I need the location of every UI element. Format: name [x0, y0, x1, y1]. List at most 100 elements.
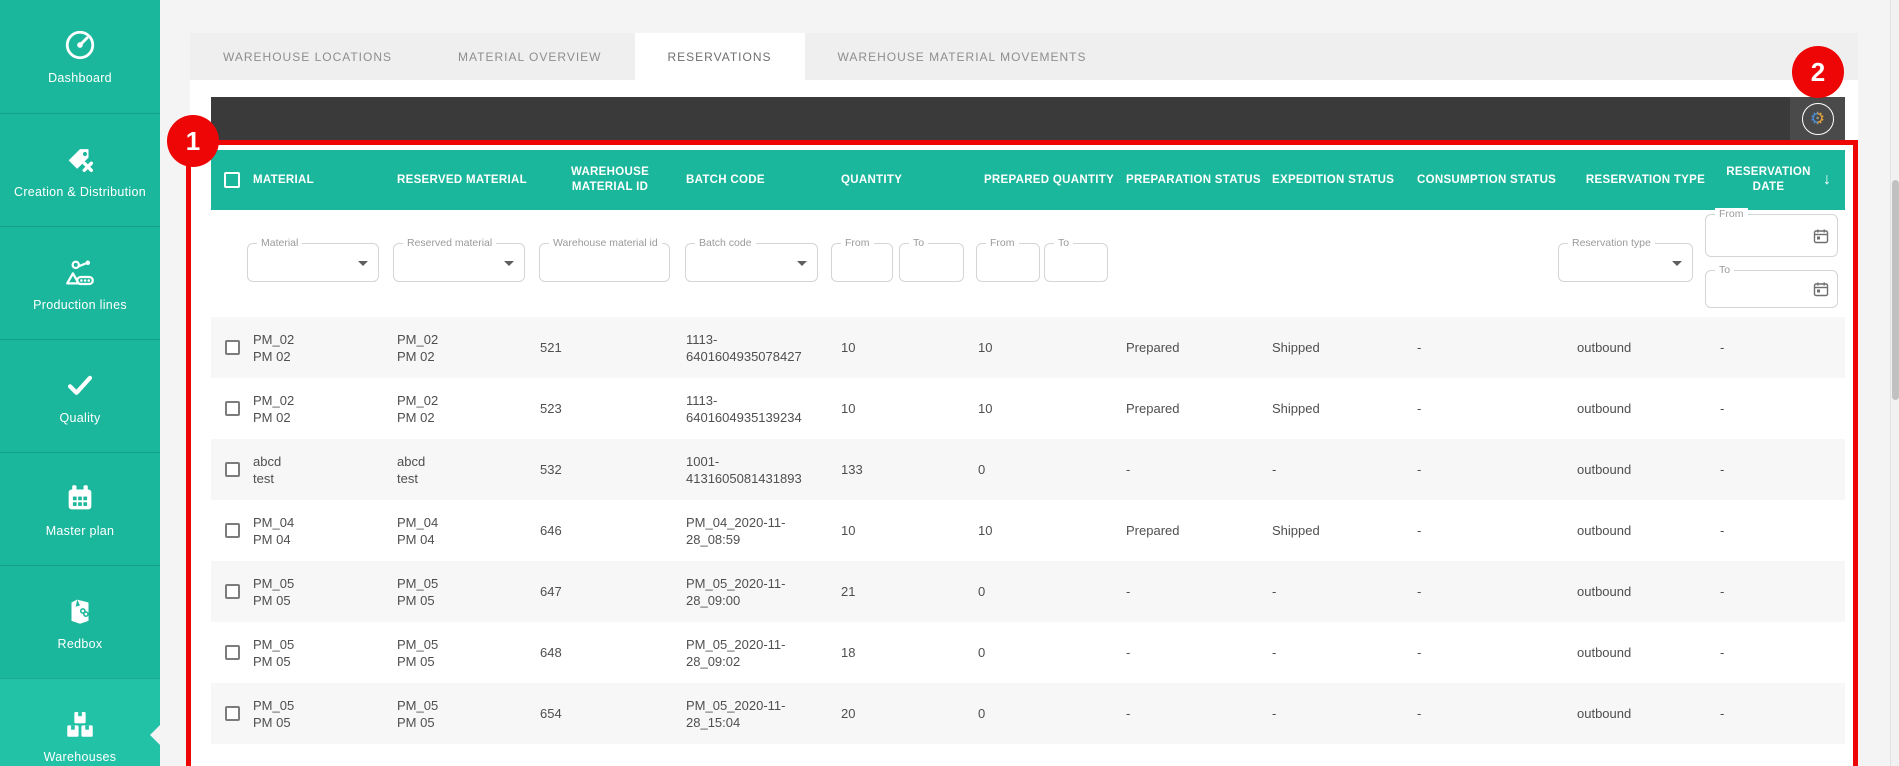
filter-label: To: [909, 237, 929, 249]
row-checkbox[interactable]: [224, 706, 240, 721]
sidebar-item-label: Quality: [59, 410, 101, 425]
table-cell: 10: [978, 523, 993, 538]
column-header[interactable]: RESERVED MATERIAL: [397, 173, 540, 188]
filter-reserved-material[interactable]: Reserved material: [393, 237, 525, 282]
scrollbar-thumb[interactable]: [1892, 180, 1899, 400]
sidebar-item-dashboard[interactable]: Dashboard: [0, 0, 160, 113]
filter-prepared-to[interactable]: To: [1044, 237, 1108, 282]
filter-warehouse-material-id[interactable]: Warehouse material id: [539, 237, 670, 282]
sidebar-item-quality[interactable]: Quality: [0, 339, 160, 452]
table-cell: PM_05 PM 05: [397, 636, 439, 669]
chevron-down-icon: [504, 260, 514, 266]
table-cell: 0: [978, 462, 986, 477]
table-cell: Shipped: [1272, 401, 1320, 416]
column-header[interactable]: RESERVATION TYPE: [1577, 173, 1720, 188]
prepared-to-input[interactable]: [1045, 244, 1107, 281]
table-cell: -: [1720, 401, 1725, 416]
table-cell: outbound: [1577, 706, 1632, 721]
filter-label: Reserved material: [403, 237, 497, 249]
table-row[interactable]: PM_02 PM 02 PM_02 PM 02 521 1113- 640160493507…: [211, 317, 1845, 378]
table-cell: PM_05 PM 05: [253, 575, 295, 608]
select-all-checkbox[interactable]: [224, 172, 240, 188]
filter-prepared-from[interactable]: From: [976, 237, 1040, 282]
table-row[interactable]: Aditivum 1Aditivum 1666Aditivum 1_2020-1…: [211, 744, 1845, 766]
row-checkbox[interactable]: [224, 645, 240, 660]
table-cell: 10: [841, 401, 856, 416]
tab-warehouse-material-movements[interactable]: WAREHOUSE MATERIAL MOVEMENTS: [805, 33, 1120, 80]
table-cell: PM_05_2020-11- 28_09:02: [686, 636, 786, 669]
table-cell: 21: [841, 584, 856, 599]
sidebar-item-label: Redbox: [57, 636, 103, 651]
table-cell: Shipped: [1272, 340, 1320, 355]
table-row[interactable]: PM_05 PM 05 PM_05 PM 05 648 PM_05_2020-11- 28_…: [211, 622, 1845, 683]
row-checkbox[interactable]: [224, 401, 240, 416]
table-cell: -: [1126, 462, 1131, 477]
sidebar-item-master-plan[interactable]: Master plan: [0, 452, 160, 565]
content-card: ⚙ MATERIAL RESERVED MATERIAL WAREHOUSE MAT…: [190, 80, 1858, 766]
column-header[interactable]: WAREHOUSE MATERIAL ID: [540, 165, 686, 195]
table-cell: 0: [978, 584, 986, 599]
sort-arrow-icon[interactable]: ↓: [1823, 171, 1845, 189]
quantity-to-input[interactable]: [900, 244, 963, 281]
column-header[interactable]: PREPARED QUANTITY: [978, 173, 1126, 188]
warehouse-material-id-input[interactable]: [540, 244, 669, 281]
row-checkbox[interactable]: [224, 462, 240, 477]
table-cell: -: [1417, 706, 1422, 721]
table-header: MATERIAL RESERVED MATERIAL WAREHOUSE MATER…: [211, 150, 1845, 210]
table-cell: 20: [841, 706, 856, 721]
sidebar-item-warehouses[interactable]: Warehouses: [0, 678, 160, 766]
table-cell: PM_05 PM 05: [397, 697, 439, 730]
tab-material-overview[interactable]: MATERIAL OVERVIEW: [425, 33, 634, 80]
table-cell: -: [1272, 706, 1277, 721]
page-scrollbar[interactable]: [1890, 0, 1899, 766]
filter-date-to[interactable]: To: [1705, 264, 1838, 308]
filter-material[interactable]: Material: [247, 237, 379, 282]
table-row[interactable]: PM_04 PM 04 PM_04 PM 04 646 PM_04_2020-11- 28_…: [211, 500, 1845, 561]
table-row[interactable]: PM_05 PM 05 PM_05 PM 05 647 PM_05_2020-11- 28_…: [211, 561, 1845, 622]
filter-quantity-to[interactable]: To: [899, 237, 964, 282]
sidebar-item-creation-distribution[interactable]: Creation & Distribution: [0, 113, 160, 226]
column-header[interactable]: QUANTITY: [841, 173, 978, 188]
prepared-from-input[interactable]: [977, 244, 1039, 281]
column-header[interactable]: PREPARATION STATUS: [1126, 173, 1272, 188]
row-checkbox[interactable]: [224, 340, 240, 355]
table-row[interactable]: abcd test abcd test 532 1001- 4131605081431893…: [211, 439, 1845, 500]
tab-warehouse-locations[interactable]: WAREHOUSE LOCATIONS: [190, 33, 425, 80]
settings-button[interactable]: ⚙: [1790, 97, 1845, 140]
redbox-icon: [71, 599, 89, 624]
filter-label: Warehouse material id: [549, 237, 662, 249]
annotation-badge-2: 2: [1792, 46, 1844, 98]
filter-batch-code[interactable]: Batch code: [685, 237, 818, 282]
table-row[interactable]: PM_05 PM 05 PM_05 PM 05 654 PM_05_2020-11- 28_…: [211, 683, 1845, 744]
column-header[interactable]: CONSUMPTION STATUS: [1417, 173, 1577, 188]
table-row[interactable]: PM_02 PM 02 PM_02 PM 02 523 1113- 640160493513…: [211, 378, 1845, 439]
table-cell: Prepared: [1126, 523, 1180, 538]
calendar-icon[interactable]: [1813, 228, 1829, 244]
column-header[interactable]: EXPEDITION STATUS: [1272, 173, 1417, 188]
filter-date-from[interactable]: From: [1705, 208, 1838, 257]
quantity-from-input[interactable]: [832, 244, 892, 281]
table-cell: outbound: [1577, 523, 1632, 538]
calendar-icon[interactable]: [1813, 281, 1829, 297]
table-cell: 10: [841, 340, 856, 355]
table-cell: 1113- 6401604935078427: [686, 331, 802, 364]
filter-quantity-from[interactable]: From: [831, 237, 893, 282]
sidebar-item-production-lines[interactable]: Production lines: [0, 226, 160, 339]
table-cell: -: [1126, 706, 1131, 721]
row-checkbox[interactable]: [224, 584, 240, 599]
table-cell: Shipped: [1272, 523, 1320, 538]
table-cell: 1001- 4131605081431893: [686, 453, 802, 486]
tab-bar: WAREHOUSE LOCATIONS MATERIAL OVERVIEW RE…: [190, 33, 1858, 80]
table-cell: abcd test: [253, 453, 282, 486]
table-body: PM_02 PM 02 PM_02 PM 02 521 1113- 640160493507…: [211, 317, 1845, 766]
filter-reservation-type[interactable]: Reservation type: [1558, 237, 1693, 282]
row-checkbox[interactable]: [224, 523, 240, 538]
sidebar-item-label: Dashboard: [48, 71, 112, 85]
table-toolbar: ⚙: [211, 97, 1845, 140]
column-header[interactable]: MATERIAL: [253, 173, 397, 188]
column-header[interactable]: RESERVATION DATE: [1720, 165, 1823, 195]
column-header[interactable]: BATCH CODE: [686, 173, 841, 188]
sidebar-item-redbox[interactable]: Redbox: [0, 565, 160, 678]
tab-reservations[interactable]: RESERVATIONS: [634, 33, 805, 80]
filter-label: Batch code: [695, 237, 756, 249]
